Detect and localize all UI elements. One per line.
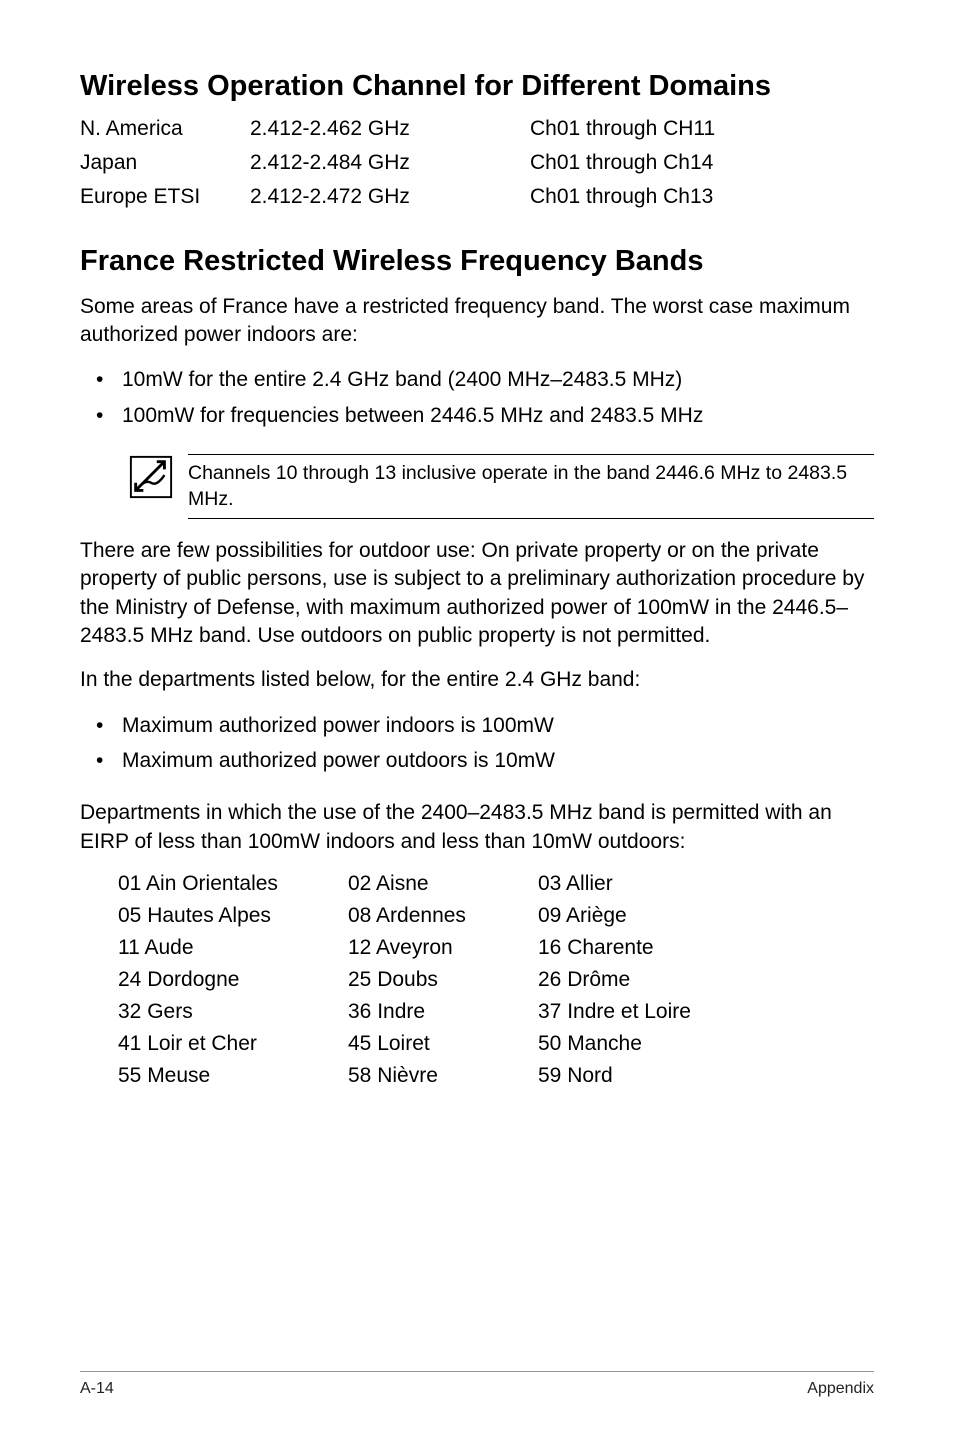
dept-cell: 50 Manche [538, 1032, 874, 1056]
table-row: 55 Meuse 58 Nièvre 59 Nord [118, 1064, 874, 1088]
table-row: 41 Loir et Cher 45 Loiret 50 Manche [118, 1032, 874, 1056]
table-row: 11 Aude 12 Aveyron 16 Charente [118, 936, 874, 960]
dept-cell: 45 Loiret [348, 1032, 538, 1056]
dept-intro-paragraph: In the departments listed below, for the… [80, 666, 874, 694]
note-block: Channels 10 through 13 inclusive operate… [128, 454, 874, 519]
note-text: Channels 10 through 13 inclusive operate… [188, 454, 874, 519]
table-row: 01 Ain Orientales 02 Aisne 03 Allier [118, 872, 874, 896]
list-item: Maximum authorized power indoors is 100m… [80, 711, 874, 740]
dept-cell: 02 Aisne [348, 872, 538, 896]
dept-cell: 12 Aveyron [348, 936, 538, 960]
dept-use-paragraph: Departments in which the use of the 2400… [80, 799, 874, 856]
heading-wireless-channels: Wireless Operation Channel for Different… [80, 70, 874, 103]
power-list: 10mW for the entire 2.4 GHz band (2400 M… [80, 365, 874, 436]
dept-cell: 03 Allier [538, 872, 874, 896]
dept-cell: 41 Loir et Cher [118, 1032, 348, 1056]
region-cell: N. America [80, 117, 250, 141]
region-cell: Europe ETSI [80, 185, 250, 209]
outdoor-paragraph: There are few possibilities for outdoor … [80, 537, 874, 650]
channel-cell: Ch01 through Ch14 [530, 151, 874, 175]
dept-cell: 32 Gers [118, 1000, 348, 1024]
dept-cell: 26 Drôme [538, 968, 874, 992]
section-label: Appendix [807, 1380, 874, 1398]
dept-cell: 55 Meuse [118, 1064, 348, 1088]
dept-cell: 24 Dordogne [118, 968, 348, 992]
table-row: 05 Hautes Alpes 08 Ardennes 09 Ariège [118, 904, 874, 928]
list-item: Maximum authorized power outdoors is 10m… [80, 746, 874, 775]
dept-cell: 11 Aude [118, 936, 348, 960]
list-item: 100mW for frequencies between 2446.5 MHz… [80, 401, 874, 430]
dept-cell: 59 Nord [538, 1064, 874, 1088]
max-power-list: Maximum authorized power indoors is 100m… [80, 711, 874, 782]
dept-cell: 58 Nièvre [348, 1064, 538, 1088]
note-icon [128, 454, 176, 505]
intro-paragraph: Some areas of France have a restricted f… [80, 293, 874, 350]
table-row: Japan 2.412-2.484 GHz Ch01 through Ch14 [80, 151, 874, 175]
page-number: A-14 [80, 1380, 114, 1398]
frequency-table: N. America 2.412-2.462 GHz Ch01 through … [80, 117, 874, 219]
table-row: Europe ETSI 2.412-2.472 GHz Ch01 through… [80, 185, 874, 209]
dept-cell: 16 Charente [538, 936, 874, 960]
dept-cell: 37 Indre et Loire [538, 1000, 874, 1024]
dept-cell: 05 Hautes Alpes [118, 904, 348, 928]
table-row: 32 Gers 36 Indre 37 Indre et Loire [118, 1000, 874, 1024]
page-footer: A-14 Appendix [80, 1371, 874, 1398]
dept-cell: 01 Ain Orientales [118, 872, 348, 896]
freq-cell: 2.412-2.462 GHz [250, 117, 530, 141]
heading-france-restricted: France Restricted Wireless Frequency Ban… [80, 245, 874, 278]
region-cell: Japan [80, 151, 250, 175]
departments-table: 01 Ain Orientales 02 Aisne 03 Allier 05 … [118, 872, 874, 1096]
freq-cell: 2.412-2.484 GHz [250, 151, 530, 175]
channel-cell: Ch01 through Ch13 [530, 185, 874, 209]
channel-cell: Ch01 through CH11 [530, 117, 874, 141]
list-item: 10mW for the entire 2.4 GHz band (2400 M… [80, 365, 874, 394]
freq-cell: 2.412-2.472 GHz [250, 185, 530, 209]
table-row: N. America 2.412-2.462 GHz Ch01 through … [80, 117, 874, 141]
dept-cell: 09 Ariège [538, 904, 874, 928]
dept-cell: 36 Indre [348, 1000, 538, 1024]
table-row: 24 Dordogne 25 Doubs 26 Drôme [118, 968, 874, 992]
dept-cell: 25 Doubs [348, 968, 538, 992]
dept-cell: 08 Ardennes [348, 904, 538, 928]
